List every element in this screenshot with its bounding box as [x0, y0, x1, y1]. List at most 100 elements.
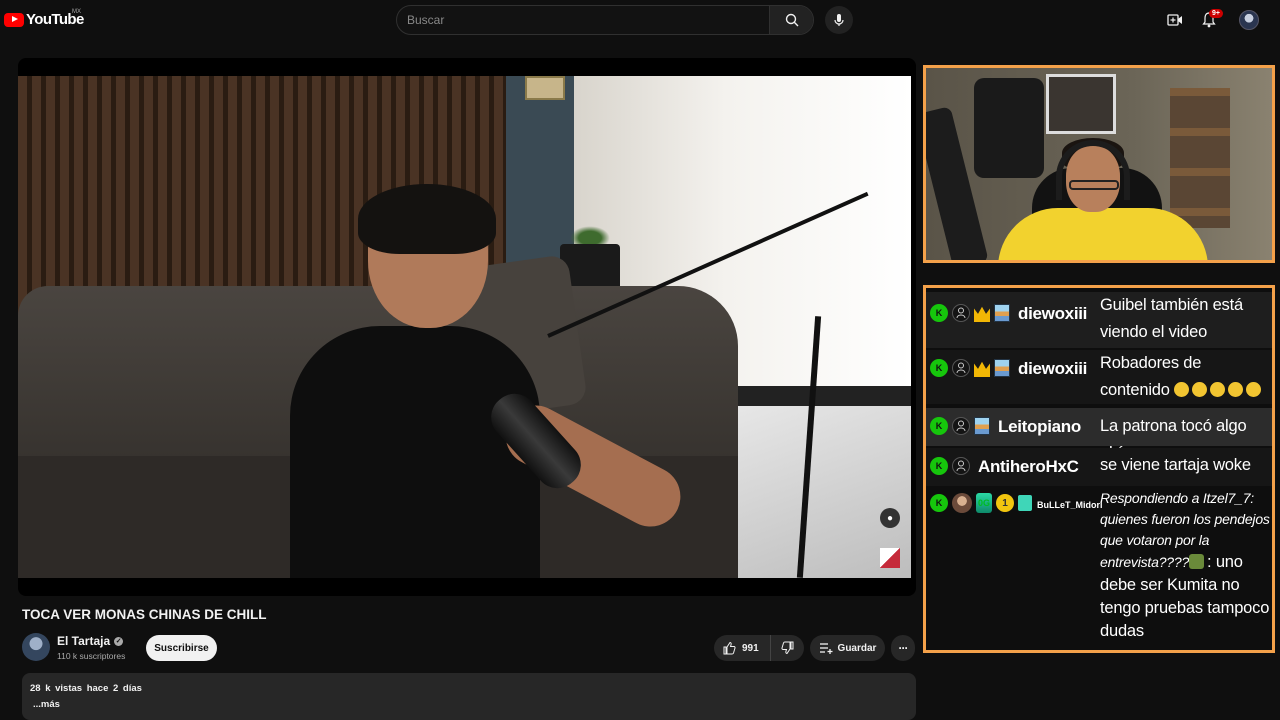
channel-name[interactable]: El Tartaja [57, 634, 110, 648]
chat-badges: K [930, 457, 970, 475]
subscriber-count: 110 k suscriptores [57, 651, 126, 661]
chat-username: diewoxiii [1018, 359, 1088, 378]
moderator-badge-icon: K [930, 417, 948, 435]
laughing-emoji-icon [1228, 382, 1244, 397]
laughing-emoji-icon [1174, 382, 1190, 397]
user-avatar [952, 493, 972, 513]
moderator-badge-icon: K [930, 494, 948, 512]
chat-badges: K 0G 1 [930, 493, 1032, 513]
streamer-body [998, 208, 1208, 260]
video-title: TOCA VER MONAS CHINAS DE CHILL [22, 607, 267, 622]
chat-line: contenido [1100, 381, 1170, 399]
chat-badges: K [930, 359, 1010, 377]
gift-badge-icon [1018, 495, 1032, 511]
like-button[interactable]: 991 [714, 635, 771, 661]
chat-username: BuLLeT_Midori [1037, 500, 1103, 510]
chat-text: se viene tartaja woke [1100, 452, 1251, 479]
chat-line: tengo pruebas tampoco [1100, 599, 1270, 617]
search-bar [396, 5, 814, 35]
user-badge-icon [952, 457, 970, 475]
search-button[interactable] [769, 6, 813, 34]
chat-overlay: K diewoxiii Guibel también está viendo e… [923, 285, 1275, 653]
laughing-emoji-icon [1192, 382, 1208, 397]
voice-search-button[interactable] [825, 6, 853, 34]
crown-badge-icon [974, 361, 990, 377]
moderator-badge-icon: K [930, 304, 948, 322]
custom-emote-icon [1189, 554, 1205, 569]
chat-username: Leitopiano [998, 417, 1081, 436]
verified-check-icon: ✓ [114, 636, 124, 646]
hanging-shirt [974, 78, 1044, 178]
search-icon [785, 13, 798, 27]
streamer-webcam [923, 65, 1275, 263]
notification-count-badge: 9+ [1209, 9, 1223, 18]
chat-badges: K [930, 417, 990, 435]
wall-picture [525, 76, 565, 100]
account-avatar[interactable] [1239, 10, 1259, 30]
like-dislike-group: 991 [714, 635, 804, 661]
reply-line: que votaron por la [1100, 532, 1210, 548]
reply-line: entrevista???? [1100, 554, 1190, 570]
playlist-add-icon [819, 643, 833, 654]
more-actions-button[interactable]: ··· [891, 635, 915, 661]
display-shelf [1046, 74, 1116, 134]
microphone-icon [834, 14, 844, 26]
views-and-date: 28 k vistas hace 2 días [30, 683, 142, 694]
chat-text: Respondiendo a Itzel7_7: quienes fueron … [1100, 488, 1270, 643]
chat-line: dudas [1100, 622, 1144, 640]
thumbs-up-icon [723, 641, 736, 655]
pixel-avatar-badge-icon [994, 359, 1010, 377]
pixel-avatar-badge-icon [994, 304, 1010, 322]
user-badge-icon [952, 417, 970, 435]
window-frame [730, 386, 911, 406]
brand-watermark-icon [880, 548, 900, 568]
user-badge-icon [952, 359, 970, 377]
create-button[interactable] [1165, 10, 1185, 30]
pixel-avatar-badge-icon [974, 417, 990, 435]
chat-badges: K [930, 304, 1010, 322]
chat-line: Robadores de [1100, 354, 1202, 372]
description-box[interactable]: 28 k vistas hace 2 días ...más [22, 673, 916, 720]
chat-text: Robadores de contenido [1100, 350, 1264, 404]
subscribe-button[interactable]: Suscribirse [146, 635, 217, 661]
reply-line-with-emoji: entrevista???? : uno [1100, 551, 1270, 574]
save-label: Guardar [837, 642, 877, 654]
youtube-logo[interactable]: YouTube MX [4, 9, 84, 28]
laughing-emoji-icon [1210, 382, 1226, 397]
save-button[interactable]: Guardar [810, 635, 885, 661]
top-bar: YouTube MX 9+ [0, 0, 1280, 40]
channel-watermark-icon: ● [880, 508, 900, 528]
number-one-badge-icon: 1 [996, 494, 1014, 512]
channel-name-row[interactable]: El Tartaja ✓ [57, 634, 124, 648]
chat-line: debe ser Kumita no [1100, 576, 1240, 594]
chat-username: AntiheroHxC [978, 457, 1079, 476]
moderator-badge-icon: K [930, 457, 948, 475]
chat-line: se viene tartaja woke [1100, 456, 1251, 474]
user-badge-icon [952, 304, 970, 322]
country-code: MX [72, 9, 81, 15]
video-player[interactable]: ● [18, 58, 916, 596]
og-badge-icon: 0G [976, 493, 992, 513]
person-torso [290, 326, 540, 578]
chat-line: : uno [1207, 553, 1243, 571]
channel-avatar[interactable] [22, 633, 50, 661]
moderator-badge-icon: K [930, 359, 948, 377]
show-more-link[interactable]: ...más [33, 699, 908, 710]
chat-text: Guibel también está viendo el video [1100, 292, 1243, 346]
person-hair [358, 184, 496, 254]
video-frame: ● [18, 76, 911, 578]
thumbs-down-icon [780, 641, 793, 655]
chat-username: diewoxiii [1018, 304, 1088, 323]
dislike-button[interactable] [771, 635, 804, 661]
chat-line: viendo el video [1100, 323, 1208, 341]
crown-badge-icon [974, 306, 990, 322]
wooden-shelves [1170, 88, 1230, 228]
reply-line: Respondiendo a Itzel7_7: [1100, 490, 1254, 506]
laughing-emoji-icon [1246, 382, 1262, 397]
search-input[interactable] [397, 6, 769, 34]
like-count: 991 [742, 642, 759, 654]
chat-line-with-emoji: contenido [1100, 377, 1264, 404]
chat-line: Guibel también está [1100, 296, 1243, 314]
youtube-play-icon [4, 12, 24, 27]
create-video-icon [1167, 14, 1182, 26]
